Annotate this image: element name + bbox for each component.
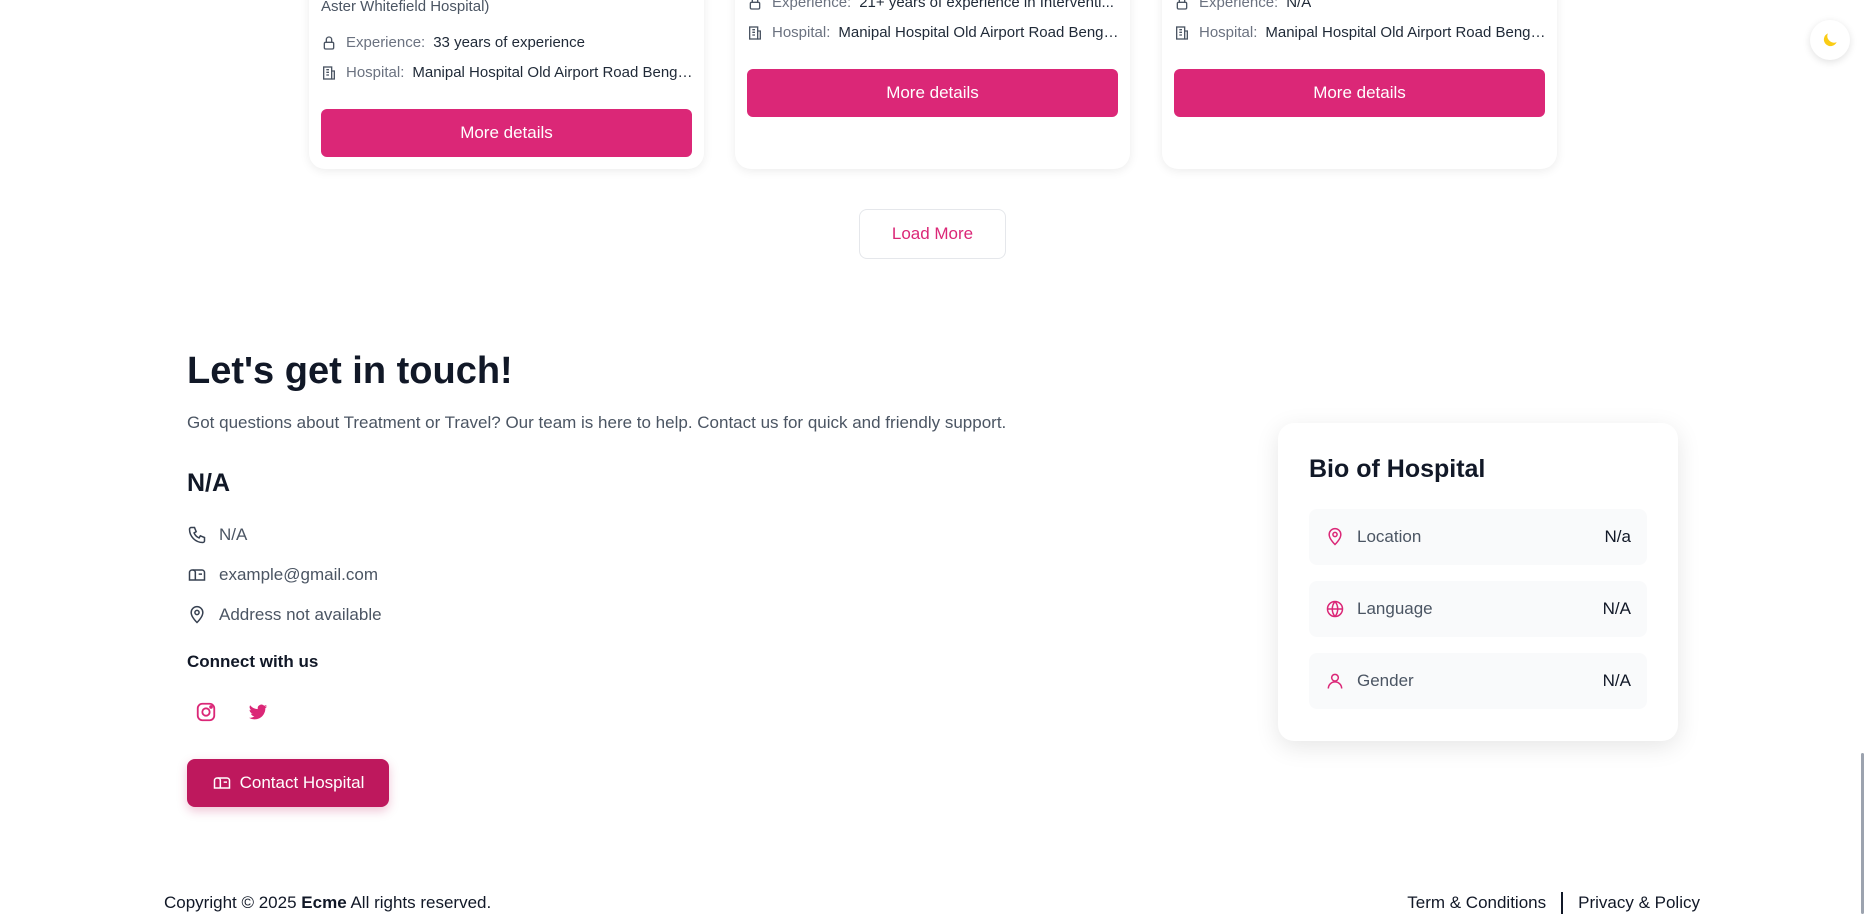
bio-label: Gender (1357, 671, 1414, 690)
bio-row-language: Language N/A (1309, 581, 1647, 637)
bio-card: Bio of Hospital Location N/a Language N/… (1278, 423, 1678, 741)
terms-link[interactable]: Term & Conditions (1407, 893, 1546, 913)
hospital-value: Manipal Hospital Old Airport Road Bengal… (412, 64, 694, 81)
hospital-row: Hospital: Manipal Hospital Old Airport R… (321, 64, 694, 81)
lock-icon (749, 0, 761, 10)
contact-hospital-label: Contact Hospital (239, 773, 365, 792)
doctor-card: Experience: 21+ years of experience in I… (735, 0, 1130, 169)
bio-row-gender: Gender N/A (1309, 653, 1647, 709)
contact-hospital-button[interactable]: Contact Hospital (187, 759, 389, 807)
theme-toggle-button[interactable] (1810, 20, 1850, 60)
scrollbar-thumb[interactable] (1861, 753, 1864, 914)
twitter-icon[interactable] (244, 698, 272, 726)
contact-name: N/A (187, 469, 231, 497)
bio-value: N/A (1602, 671, 1631, 690)
brand-name: Ecme (301, 893, 347, 912)
globe-icon (1326, 600, 1344, 618)
experience-row: Experience: 21+ years of experience in I… (747, 0, 1120, 11)
experience-label: Experience: (1199, 0, 1279, 11)
bio-title: Bio of Hospital (1309, 455, 1486, 483)
user-icon (1327, 673, 1343, 689)
page: Aster Whitefield Hospital) Experience: 3… (0, 0, 1866, 914)
bio-value: N/A (1602, 599, 1631, 618)
building-icon (323, 65, 335, 80)
copyright-suffix: All rights reserved. (350, 893, 492, 912)
doctor-card: Aster Whitefield Hospital) Experience: 3… (309, 0, 704, 169)
experience-label: Experience: (346, 34, 426, 51)
more-details-button[interactable]: More details (747, 69, 1118, 117)
phone-row: N/A (187, 525, 247, 545)
hospital-label: Hospital: (1199, 24, 1258, 41)
address-row: Address not available (187, 605, 382, 625)
bio-label: Location (1357, 527, 1422, 546)
privacy-link[interactable]: Privacy & Policy (1578, 893, 1700, 913)
experience-row: Experience: 33 years of experience (321, 34, 694, 51)
hospital-row: Hospital: Manipal Hospital Old Airport R… (1174, 24, 1547, 41)
mailbox-icon (188, 569, 206, 581)
building-icon (1176, 25, 1188, 40)
email-value[interactable]: example@gmail.com (219, 565, 378, 585)
card-hospital-continuation: Aster Whitefield Hospital) (321, 0, 490, 15)
bio-label: Language (1357, 599, 1433, 618)
email-row: example@gmail.com (187, 565, 378, 585)
lock-icon (1176, 0, 1188, 10)
bio-row-location: Location N/a (1309, 509, 1647, 565)
footer-divider (1561, 892, 1564, 914)
map-pin-icon (190, 605, 204, 624)
hospital-label: Hospital: (772, 24, 831, 41)
more-details-button[interactable]: More details (1174, 69, 1545, 117)
hospital-value: Manipal Hospital Old Airport Road Bengal… (838, 24, 1120, 41)
instagram-icon[interactable] (192, 698, 220, 726)
experience-label: Experience: (772, 0, 852, 11)
phone-value: N/A (219, 525, 248, 544)
hospital-label: Hospital: (346, 64, 405, 81)
copyright: Copyright © 2025 Ecme All rights reserve… (164, 893, 491, 913)
experience-row: Experience: N/A (1174, 0, 1547, 11)
bio-value: N/a (1604, 527, 1631, 546)
contact-subtitle: Got questions about Treatment or Travel?… (187, 413, 1007, 432)
address-value: Address not available (219, 605, 382, 624)
contact-title: Let's get in touch! (187, 350, 513, 392)
phone-icon (188, 526, 206, 544)
experience-value: 21+ years of experience in Interventi... (859, 0, 1114, 11)
building-icon (749, 25, 761, 40)
hospital-value: Manipal Hospital Old Airport Road Bengal… (1265, 24, 1547, 41)
more-details-button[interactable]: More details (321, 109, 692, 157)
footer-links: Term & Conditions Privacy & Policy (1407, 892, 1700, 914)
doctor-card: Experience: N/A Hospital: Manipal Hospit… (1162, 0, 1557, 169)
load-more-button[interactable]: Load More (859, 209, 1006, 259)
map-pin-icon (1328, 527, 1342, 546)
moon-icon (1823, 33, 1837, 47)
hospital-row: Hospital: Manipal Hospital Old Airport R… (747, 24, 1120, 41)
experience-value: N/A (1286, 0, 1312, 11)
copyright-prefix: Copyright © 2025 (164, 893, 297, 912)
connect-label: Connect with us (187, 652, 319, 671)
lock-icon (323, 35, 335, 50)
experience-value: 33 years of experience (433, 34, 585, 51)
mailbox-icon (213, 777, 230, 789)
